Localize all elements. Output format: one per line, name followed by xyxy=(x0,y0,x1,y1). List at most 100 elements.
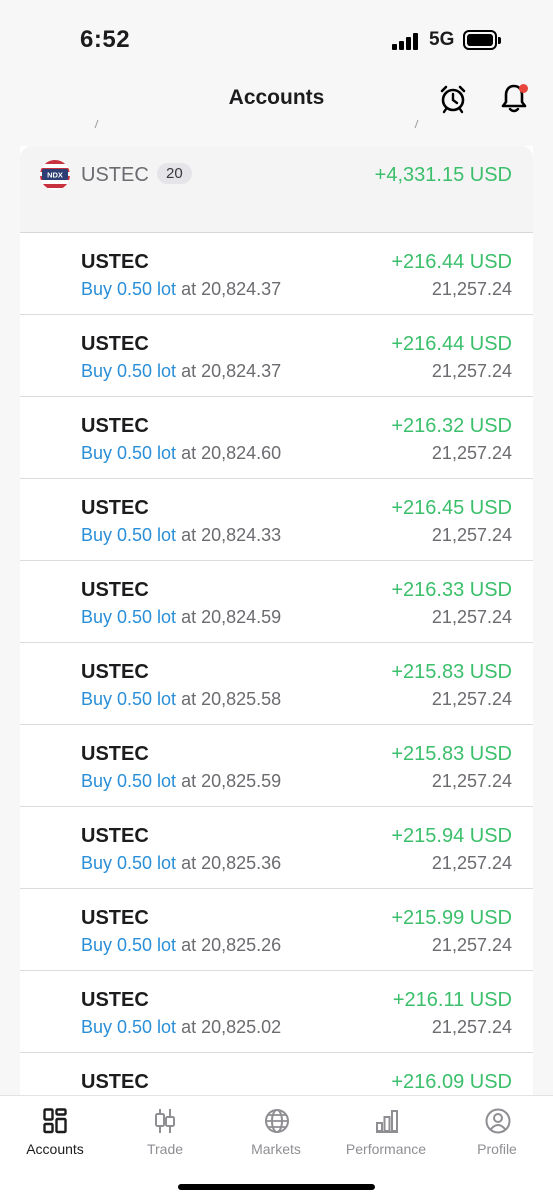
us-flag-icon: NDX xyxy=(40,160,70,190)
position-detail: Buy 0.50 lot at 20,825.36 xyxy=(81,853,281,874)
trade-icon xyxy=(155,1109,175,1133)
current-price: 21,257.24 xyxy=(431,771,512,791)
accounts-icon xyxy=(43,1108,67,1134)
position-symbol: USTEC xyxy=(81,989,149,1011)
current-price: 21,257.24 xyxy=(431,279,512,299)
position-row[interactable]: USTEC Buy 0.50 lot at 20,825.58 +215.83 US… xyxy=(20,643,533,725)
position-type: Buy 0.50 lot xyxy=(81,771,177,791)
position-profit: +216.44 USD xyxy=(391,333,512,355)
position-symbol: USTEC xyxy=(81,497,149,519)
position-row[interactable]: USTEC Buy 0.50 lot at 20,825.02 +216.11 US… xyxy=(20,971,533,1053)
position-detail: Buy 0.50 lot at 20,825.26 xyxy=(81,935,281,956)
open-price: at 20,824.60 xyxy=(181,443,282,463)
position-row[interactable]: USTEC Buy 0.50 lot at 20,825.26 +215.99 US… xyxy=(20,889,533,971)
tab-profile[interactable]: Profile xyxy=(442,1096,552,1166)
signal-icon xyxy=(392,32,420,50)
position-symbol: USTEC xyxy=(81,251,149,273)
position-type: Buy 0.50 lot xyxy=(81,525,177,545)
current-price: 21,257.24 xyxy=(431,853,512,873)
position-detail: Buy 0.50 lot at 20,824.33 xyxy=(81,525,281,546)
position-type: Buy 0.50 lot xyxy=(81,935,177,955)
position-profit: +216.09 USD xyxy=(391,1071,512,1093)
position-row[interactable]: USTEC Buy 0.50 lot at 20,824.60 +216.32 US… xyxy=(20,397,533,479)
notification-dot xyxy=(519,84,528,93)
position-type: Buy 0.50 lot xyxy=(81,607,177,627)
open-price: at 20,824.59 xyxy=(181,607,282,627)
position-profit: +215.99 USD xyxy=(391,907,512,929)
position-profit: +216.44 USD xyxy=(391,251,512,273)
notifications-bell-icon[interactable] xyxy=(498,82,530,114)
position-detail: Buy 0.50 lot at 20,824.59 xyxy=(81,607,281,628)
markets-icon xyxy=(265,1109,289,1133)
position-type: Buy 0.50 lot xyxy=(81,443,177,463)
position-symbol: USTEC xyxy=(81,661,149,683)
position-row[interactable]: USTEC Buy 0.50 lot at 20,824.37 +216.44 US… xyxy=(20,233,533,315)
position-detail: Buy 0.50 lot at 20,825.59 xyxy=(81,771,281,792)
positions-list[interactable]: NDX USTEC 20 +4,331.15 USD USTEC Buy 0.50… xyxy=(20,146,533,1095)
position-detail: Buy 0.50 lot at 20,824.37 xyxy=(81,279,281,300)
tab-trade[interactable]: Trade xyxy=(110,1096,220,1166)
current-price: 21,257.24 xyxy=(431,443,512,463)
position-type: Buy 0.50 lot xyxy=(81,279,177,299)
status-bar: 6:52 5G xyxy=(0,0,553,70)
current-price: 21,257.24 xyxy=(431,525,512,545)
position-type: Buy 0.50 lot xyxy=(81,361,177,381)
open-price: at 20,825.59 xyxy=(181,771,282,791)
position-profit: +215.83 USD xyxy=(391,743,512,765)
svg-text:NDX: NDX xyxy=(47,171,63,180)
position-profit: +216.32 USD xyxy=(391,415,512,437)
open-price: at 20,825.58 xyxy=(181,689,282,709)
position-detail: Buy 0.50 lot at 20,825.02 xyxy=(81,1017,281,1038)
position-count-badge: 20 xyxy=(157,163,192,184)
position-detail: Buy 0.50 lot at 20,824.60 xyxy=(81,443,281,464)
tab-accounts[interactable]: Accounts xyxy=(0,1096,110,1166)
position-detail: Buy 0.50 lot at 20,824.37 xyxy=(81,361,281,382)
position-symbol: USTEC xyxy=(81,333,149,355)
position-row[interactable]: USTEC Buy 0.50 lot at 20,824.59 +216.33 US… xyxy=(20,561,533,643)
open-price: at 20,824.37 xyxy=(181,361,282,381)
current-price: 21,257.24 xyxy=(431,689,512,709)
position-row[interactable]: USTEC Buy 0.50 lot at 20,824.33 +216.45 US… xyxy=(20,479,533,561)
performance-icon xyxy=(376,1110,398,1133)
position-type: Buy 0.50 lot xyxy=(81,1017,177,1037)
position-row[interactable]: USTEC Buy 0.50 lot at 20,824.37 +216.44 US… xyxy=(20,315,533,397)
position-profit: +216.45 USD xyxy=(391,497,512,519)
profile-icon xyxy=(485,1108,511,1134)
nav-header: Accounts xyxy=(0,70,553,128)
position-profit: +216.33 USD xyxy=(391,579,512,601)
position-type: Buy 0.50 lot xyxy=(81,689,177,709)
position-symbol: USTEC xyxy=(81,415,149,437)
position-detail: Buy 0.50 lot at 20,825.58 xyxy=(81,689,281,710)
position-symbol: USTEC xyxy=(81,907,149,929)
status-time: 6:52 xyxy=(80,26,131,53)
current-price: 21,257.24 xyxy=(431,607,512,627)
open-price: at 20,825.36 xyxy=(181,853,282,873)
position-row[interactable]: USTEC Buy 0.50 lot at 20,825.36 +215.94 US… xyxy=(20,807,533,889)
open-price: at 20,825.26 xyxy=(181,935,282,955)
home-indicator xyxy=(178,1184,375,1190)
position-symbol: USTEC xyxy=(81,1071,149,1093)
battery-icon xyxy=(463,30,501,50)
network-label: 5G xyxy=(429,29,455,50)
current-price: 21,257.24 xyxy=(431,361,512,381)
position-type: Buy 0.50 lot xyxy=(81,853,177,873)
page-title: Accounts xyxy=(228,86,325,109)
open-price: at 20,824.33 xyxy=(181,525,282,545)
open-price: at 20,824.37 xyxy=(181,279,282,299)
position-profit: +215.83 USD xyxy=(391,661,512,683)
position-profit: +215.94 USD xyxy=(391,825,512,847)
position-symbol: USTEC xyxy=(81,825,149,847)
position-symbol: USTEC xyxy=(81,579,149,601)
group-profit: +4,331.15 USD xyxy=(374,164,512,186)
current-price: 21,257.24 xyxy=(431,1017,512,1037)
tab-performance[interactable]: Performance xyxy=(331,1096,441,1166)
symbol-group-header[interactable]: NDX USTEC 20 +4,331.15 USD xyxy=(20,146,533,233)
tab-markets[interactable]: Markets xyxy=(221,1096,331,1166)
position-row[interactable]: USTEC +216.09 USD xyxy=(20,1053,533,1095)
alarm-clock-icon[interactable] xyxy=(438,84,468,114)
group-symbol: USTEC xyxy=(81,164,149,186)
open-price: at 20,825.02 xyxy=(181,1017,282,1037)
position-symbol: USTEC xyxy=(81,743,149,765)
current-price: 21,257.24 xyxy=(431,935,512,955)
position-row[interactable]: USTEC Buy 0.50 lot at 20,825.59 +215.83 US… xyxy=(20,725,533,807)
